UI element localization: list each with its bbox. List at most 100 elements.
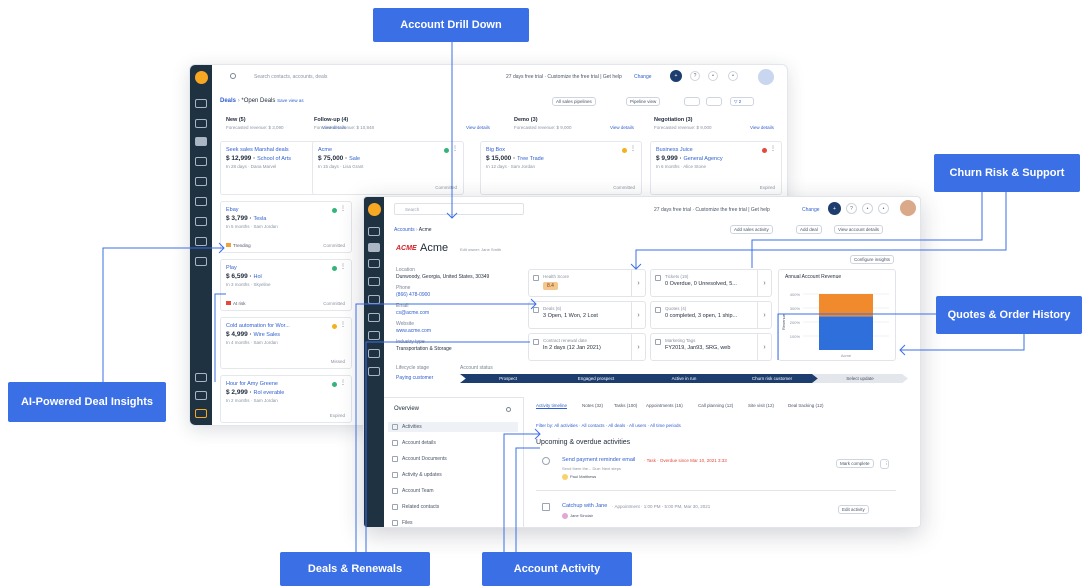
- edit-owner-link[interactable]: Edit owner: Jane Smith: [460, 247, 501, 252]
- deals-tile[interactable]: Deals (6) 3 Open, 1 Won, 2 Lost ›: [528, 301, 646, 329]
- deal-card[interactable]: Acme ⋮ $ 75,000 · Sale In 15 days · Lisa…: [312, 141, 464, 195]
- website-value[interactable]: www.acme.com: [396, 328, 431, 334]
- tab-call-planning[interactable]: Call planning (12): [698, 403, 733, 408]
- deal-company[interactable]: Rol everable: [253, 390, 284, 396]
- help-icon[interactable]: ?: [846, 203, 857, 214]
- pipeline-view-select[interactable]: Pipeline view: [626, 97, 661, 106]
- chevron-right-icon[interactable]: ›: [631, 334, 645, 360]
- deal-card[interactable]: Business Juice ⋮ $ 9,999 · General Agenc…: [650, 141, 782, 195]
- tab-activity-timeline[interactable]: Activity timeline: [536, 403, 568, 409]
- activity-filter[interactable]: Filter by: All activities · All contacts…: [536, 423, 681, 428]
- deal-company[interactable]: Wire Sales: [253, 332, 280, 338]
- notification-icon[interactable]: •: [708, 71, 718, 81]
- settings-icon[interactable]: [195, 157, 207, 166]
- stage-prospect[interactable]: Prospect: [460, 374, 556, 383]
- activity-title[interactable]: Catchup with Jane: [562, 503, 607, 509]
- campaigns-icon[interactable]: [195, 197, 207, 206]
- deal-company[interactable]: General Agency: [683, 156, 722, 162]
- add-activity-button[interactable]: Add sales activity: [730, 225, 773, 234]
- save-view-link[interactable]: Save view as: [277, 98, 304, 103]
- filter-button[interactable]: ▽ 2: [730, 97, 754, 106]
- chevron-right-icon[interactable]: ›: [757, 270, 771, 296]
- activity-user[interactable]: Paul Matthews: [562, 474, 596, 480]
- activity-title[interactable]: Send payment reminder email: [562, 457, 635, 463]
- chevron-right-icon[interactable]: ›: [631, 302, 645, 328]
- apps-icon[interactable]: [195, 257, 207, 266]
- overview-contacts[interactable]: Related contacts: [392, 504, 439, 510]
- user-avatar[interactable]: [758, 69, 774, 85]
- deal-company[interactable]: Tree Trade: [517, 156, 544, 162]
- deals-icon[interactable]: [195, 137, 207, 146]
- phone-icon[interactable]: [195, 373, 207, 382]
- mark-complete-button[interactable]: Mark complete: [836, 459, 874, 468]
- deal-name[interactable]: Hour for Amy Greene: [226, 381, 278, 387]
- view-account-details-button[interactable]: View account details: [834, 225, 883, 234]
- more-icon[interactable]: ⋮: [340, 321, 346, 328]
- column-view-details[interactable]: View details: [610, 125, 634, 130]
- quotes-tile[interactable]: Quotes (4) 0 completed, 3 open, 1 ship..…: [650, 301, 772, 329]
- notification-icon[interactable]: •: [862, 203, 873, 214]
- breadcrumb-deals[interactable]: Deals: [220, 98, 236, 104]
- add-deal-button[interactable]: Add deal: [796, 225, 822, 234]
- user-avatar[interactable]: [900, 200, 916, 216]
- column-view-details[interactable]: View details: [750, 125, 774, 130]
- dashboard-icon[interactable]: [368, 227, 380, 236]
- automation-icon[interactable]: [368, 331, 380, 340]
- tab-appointments[interactable]: Appointments (15): [646, 403, 683, 408]
- more-icon[interactable]: ⋮: [770, 145, 776, 152]
- pipeline-filter[interactable]: All sales pipelines: [552, 97, 596, 106]
- deal-card[interactable]: Play ⋮ $ 6,599 · Hol In 3 months · Skyel…: [220, 259, 352, 311]
- settings-icon[interactable]: [368, 277, 380, 286]
- configure-insights-button[interactable]: Configure insights: [850, 255, 895, 264]
- chevron-right-icon[interactable]: ›: [757, 302, 771, 328]
- chat-icon[interactable]: [195, 391, 207, 400]
- bell-icon[interactable]: •: [878, 203, 889, 214]
- deal-card[interactable]: Hour for Amy Greene ⋮ $ 2,999 · Rol ever…: [220, 375, 352, 423]
- deal-name[interactable]: Play: [226, 265, 237, 271]
- contacts-icon[interactable]: [195, 119, 207, 128]
- tab-notes[interactable]: Notes (32): [582, 403, 603, 408]
- deal-name[interactable]: Big Box: [486, 147, 505, 153]
- dashboard-icon[interactable]: [195, 99, 207, 108]
- tab-tasks[interactable]: Tasks (100): [614, 403, 637, 408]
- deal-name[interactable]: Business Juice: [656, 147, 693, 153]
- more-icon[interactable]: ⋮: [630, 145, 636, 152]
- deal-name[interactable]: Seek sales Marshal deals: [226, 147, 289, 153]
- overview-documents[interactable]: Account Documents: [392, 456, 447, 462]
- stage-select-update[interactable]: Select update: [812, 374, 908, 383]
- bell-icon[interactable]: •: [728, 71, 738, 81]
- add-icon[interactable]: +: [828, 202, 841, 215]
- lifecycle-value[interactable]: Paying customer: [396, 375, 433, 381]
- tab-deal-tracking[interactable]: Deal tracking (12): [788, 403, 824, 408]
- chevron-right-icon[interactable]: ›: [631, 270, 645, 296]
- grid-icon[interactable]: [195, 409, 207, 418]
- apps-icon[interactable]: [368, 367, 380, 376]
- search-icon[interactable]: [230, 73, 236, 79]
- add-icon[interactable]: +: [670, 70, 682, 82]
- stage-churn-risk[interactable]: Churn risk customer: [724, 374, 820, 383]
- deals-search-input[interactable]: Search contacts, accounts, deals: [254, 74, 327, 80]
- deals-icon[interactable]: [368, 259, 380, 268]
- help-icon[interactable]: ?: [690, 71, 700, 81]
- more-icon[interactable]: ⋮: [340, 263, 346, 270]
- trial-change-link[interactable]: Change: [802, 207, 820, 213]
- breadcrumb-view[interactable]: *Open Deals: [241, 98, 275, 104]
- account-search-input[interactable]: Search: [405, 207, 419, 212]
- deal-company[interactable]: School of Arts: [257, 156, 291, 162]
- phone-value[interactable]: (866) 478-0900: [396, 292, 430, 298]
- deal-card[interactable]: Big Box ⋮ $ 15,000 · Tree Trade In 12 da…: [480, 141, 642, 195]
- column-view-details[interactable]: View details: [466, 125, 490, 130]
- sort-button[interactable]: [684, 97, 700, 106]
- deal-card[interactable]: Cold automation for Wor... ⋮ $ 4,999 · W…: [220, 317, 352, 369]
- accounts-icon[interactable]: [368, 243, 380, 252]
- deal-name[interactable]: Acme: [318, 147, 332, 153]
- email-value[interactable]: cs@acme.com: [396, 310, 429, 316]
- edit-activity-button[interactable]: Edit activity: [838, 505, 869, 514]
- chevron-right-icon[interactable]: ›: [757, 334, 771, 360]
- overview-files[interactable]: Files: [392, 520, 413, 526]
- campaigns-icon[interactable]: [368, 313, 380, 322]
- more-icon[interactable]: ⋮: [452, 145, 458, 152]
- overview-account-details[interactable]: Account details: [392, 440, 436, 446]
- tickets-tile[interactable]: Tickets (19) 0 Overdue, 0 Unresolved, 5.…: [650, 269, 772, 297]
- analytics-icon[interactable]: [368, 349, 380, 358]
